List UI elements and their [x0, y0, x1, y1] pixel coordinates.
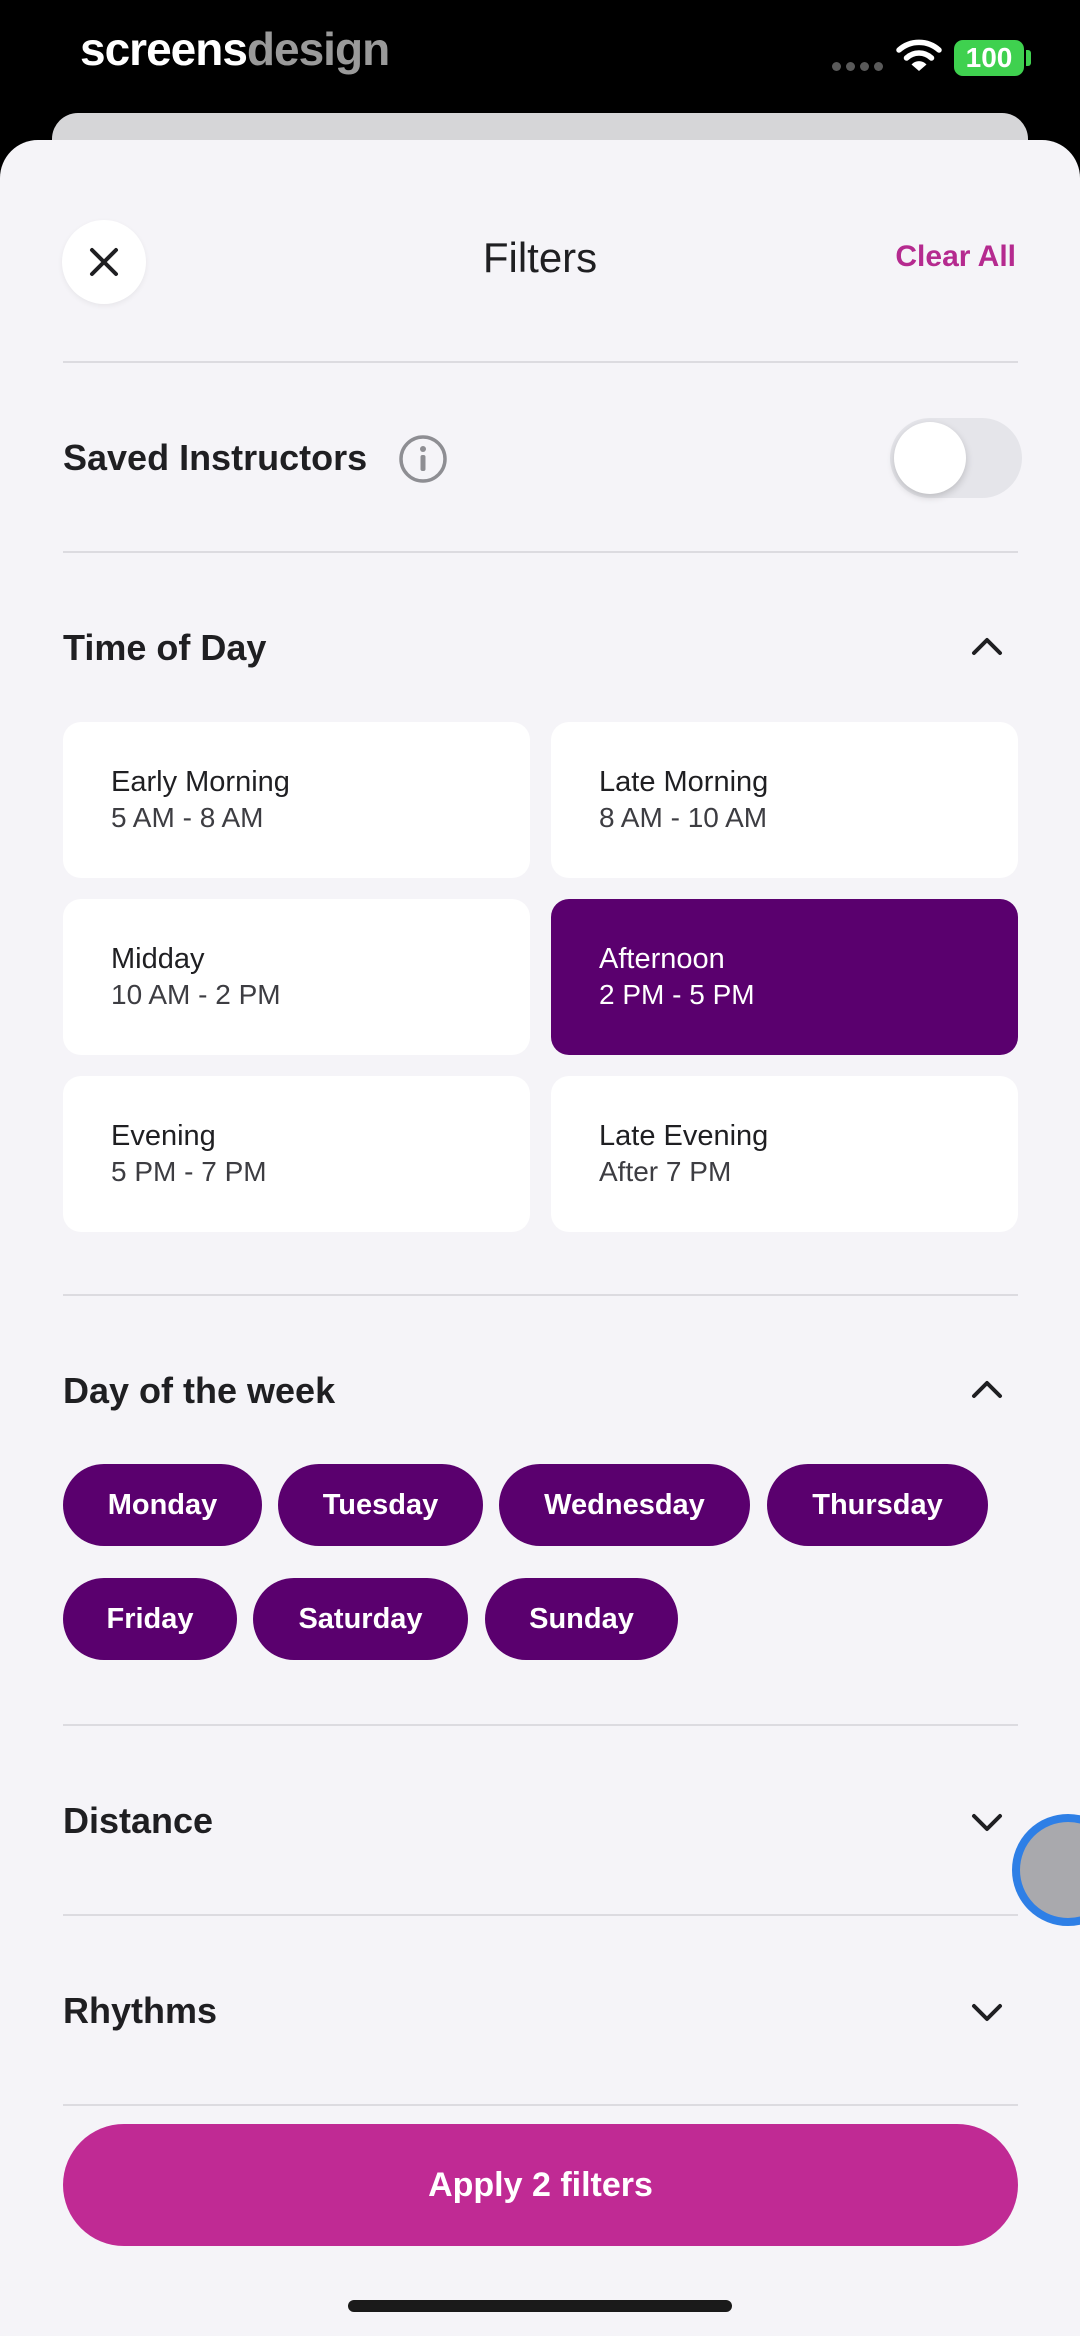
screen: screensdesign 100 Filters Clear All Save…	[0, 0, 1080, 2336]
home-indicator	[348, 2300, 732, 2312]
divider	[63, 551, 1018, 553]
time-option-name: Late Evening	[599, 1120, 769, 1152]
time-option-name: Afternoon	[599, 943, 725, 975]
divider	[63, 1294, 1018, 1296]
signal-icon	[832, 62, 883, 71]
time-option-late-evening[interactable]: Late Evening After 7 PM	[551, 1076, 1018, 1232]
divider	[63, 2104, 1018, 2106]
brand-secondary: design	[246, 23, 390, 75]
time-option-range: 8 AM - 10 AM	[599, 802, 768, 833]
day-chip-saturday[interactable]: Saturday	[253, 1578, 468, 1660]
day-of-week-title: Day of the week	[63, 1370, 336, 1411]
time-option-evening[interactable]: Evening 5 PM - 7 PM	[63, 1076, 530, 1232]
status-bar: screensdesign 100	[0, 0, 1080, 110]
time-option-early-morning[interactable]: Early Morning 5 AM - 8 AM	[63, 722, 530, 878]
divider	[63, 361, 1018, 363]
clear-all-button[interactable]: Clear All	[895, 240, 1016, 274]
info-icon[interactable]	[398, 434, 448, 484]
chevron-down-icon[interactable]	[970, 1812, 1004, 1834]
wifi-icon	[896, 39, 942, 71]
rhythms-title: Rhythms	[63, 1990, 218, 2031]
time-option-name: Midday	[111, 943, 205, 975]
time-of-day-title: Time of Day	[63, 627, 267, 668]
battery-icon: 100	[954, 40, 1024, 76]
time-option-midday[interactable]: Midday 10 AM - 2 PM	[63, 899, 530, 1055]
time-option-range: 2 PM - 5 PM	[599, 979, 755, 1010]
time-option-name: Early Morning	[111, 766, 290, 798]
toggle-knob	[894, 422, 966, 494]
day-chip-thursday[interactable]: Thursday	[767, 1464, 988, 1546]
day-chip-sunday[interactable]: Sunday	[485, 1578, 678, 1660]
time-option-name: Late Morning	[599, 766, 769, 798]
battery-tip	[1026, 50, 1031, 66]
divider	[63, 1724, 1018, 1726]
day-chip-monday[interactable]: Monday	[63, 1464, 262, 1546]
time-option-name: Evening	[111, 1120, 216, 1152]
time-option-range: 5 PM - 7 PM	[111, 1156, 267, 1187]
time-option-range: 5 AM - 8 AM	[111, 802, 264, 833]
time-option-range: 10 AM - 2 PM	[111, 979, 281, 1010]
chevron-up-icon[interactable]	[970, 635, 1004, 657]
chevron-down-icon[interactable]	[970, 2002, 1004, 2024]
day-chip-tuesday[interactable]: Tuesday	[278, 1464, 483, 1546]
day-chip-wednesday[interactable]: Wednesday	[499, 1464, 750, 1546]
saved-instructors-label: Saved Instructors	[63, 437, 368, 478]
time-option-range: After 7 PM	[599, 1156, 732, 1187]
chevron-up-icon[interactable]	[970, 1378, 1004, 1400]
saved-instructors-toggle[interactable]	[890, 418, 1022, 498]
apply-filters-button[interactable]: Apply 2 filters	[63, 2124, 1018, 2246]
distance-title: Distance	[63, 1800, 214, 1841]
brand-logo: screensdesign	[80, 22, 390, 76]
time-option-late-morning[interactable]: Late Morning 8 AM - 10 AM	[551, 722, 1018, 878]
time-option-afternoon[interactable]: Afternoon 2 PM - 5 PM	[551, 899, 1018, 1055]
divider	[63, 1914, 1018, 1916]
day-chip-friday[interactable]: Friday	[63, 1578, 237, 1660]
brand-primary: screens	[80, 23, 248, 75]
